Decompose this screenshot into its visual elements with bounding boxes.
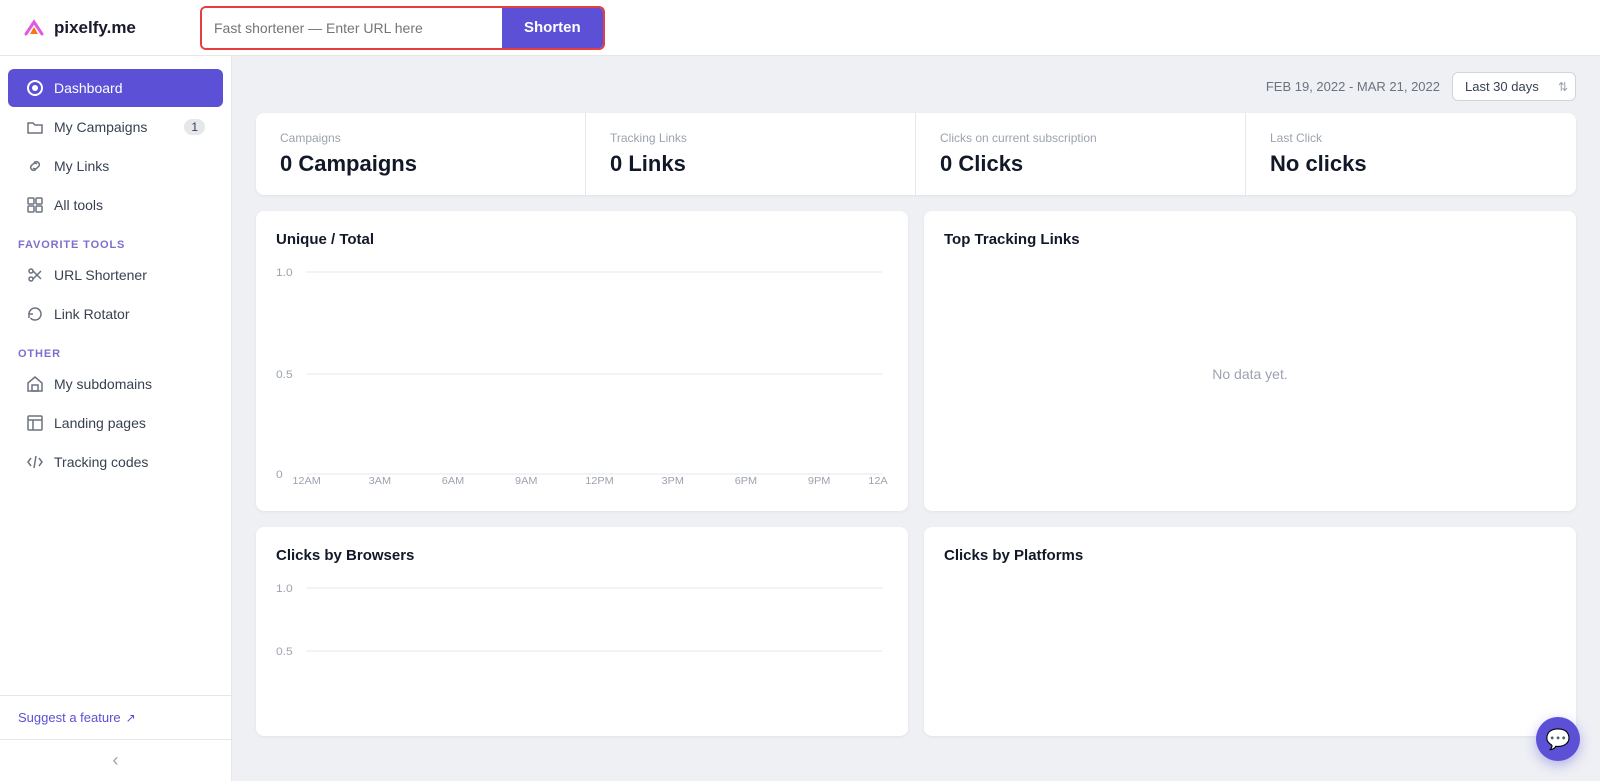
sidebar-item-url-shortener-label: URL Shortener (54, 267, 147, 283)
date-header: FEB 19, 2022 - MAR 21, 2022 Last 7 days … (232, 56, 1600, 113)
folder-icon (26, 118, 44, 136)
logo-icon (20, 14, 48, 42)
stats-row: Campaigns 0 Campaigns Tracking Links 0 L… (256, 113, 1576, 195)
date-select[interactable]: Last 7 days Last 30 days Last 90 days Cu… (1452, 72, 1576, 101)
sidebar-item-link-rotator[interactable]: Link Rotator (8, 295, 223, 333)
suggest-feature-link[interactable]: Suggest a feature ↗ (18, 710, 213, 725)
platforms-chart-area (944, 580, 1556, 720)
home-icon (26, 375, 44, 393)
stat-lastclick-label: Last Click (1270, 131, 1552, 145)
browsers-title: Clicks by Browsers (276, 547, 888, 564)
favorite-tools-label: FAVORITE TOOLS (0, 225, 231, 255)
platforms-title: Clicks by Platforms (944, 547, 1556, 564)
sidebar-item-tracking-codes-label: Tracking codes (54, 454, 148, 470)
top-tracking-chart: Top Tracking Links No data yet. (924, 211, 1576, 511)
main-content: FEB 19, 2022 - MAR 21, 2022 Last 7 days … (232, 56, 1600, 781)
url-input[interactable] (202, 8, 502, 48)
collapse-icon: ‹ (113, 750, 119, 771)
svg-text:3AM: 3AM (369, 476, 391, 484)
sidebar-item-links[interactable]: My Links (8, 147, 223, 185)
suggest-feature-text: Suggest a feature (18, 710, 121, 725)
sidebar-item-alltools[interactable]: All tools (8, 186, 223, 224)
chat-bubble[interactable]: 💬 (1536, 717, 1580, 761)
sidebar-item-dashboard-label: Dashboard (54, 80, 123, 96)
svg-text:0.5: 0.5 (276, 369, 293, 380)
sidebar-item-link-rotator-label: Link Rotator (54, 306, 129, 322)
date-select-wrapper: Last 7 days Last 30 days Last 90 days Cu… (1452, 72, 1576, 101)
unique-total-chart-area: 1.0 0.5 0 12AM 3AM 6AM 9AM 12PM 3PM 6PM (276, 264, 888, 484)
sidebar-item-subdomains[interactable]: My subdomains (8, 365, 223, 403)
stat-lastclick: Last Click No clicks (1246, 113, 1576, 195)
sidebar-item-links-label: My Links (54, 158, 109, 174)
sidebar-item-tracking-codes[interactable]: Tracking codes (8, 443, 223, 481)
layout-icon (26, 414, 44, 432)
stat-campaigns: Campaigns 0 Campaigns (256, 113, 586, 195)
browsers-chart: Clicks by Browsers 1.0 0.5 (256, 527, 908, 736)
other-label: OTHER (0, 334, 231, 364)
charts-bottom-row: Clicks by Browsers 1.0 0.5 Clicks by Pla… (232, 527, 1600, 752)
grid-icon (26, 196, 44, 214)
svg-text:1.0: 1.0 (276, 583, 293, 594)
layout: Dashboard My Campaigns 1 My Links Al (0, 56, 1600, 781)
date-range-text: FEB 19, 2022 - MAR 21, 2022 (1266, 79, 1440, 94)
stat-clicks-value: 0 Clicks (940, 151, 1221, 177)
sidebar: Dashboard My Campaigns 1 My Links Al (0, 56, 232, 781)
svg-text:0.5: 0.5 (276, 646, 293, 657)
svg-text:9PM: 9PM (808, 476, 830, 484)
unique-total-title: Unique / Total (276, 231, 888, 248)
top-tracking-title: Top Tracking Links (944, 231, 1556, 248)
sidebar-footer: Suggest a feature ↗ (0, 695, 231, 739)
scissors-icon (26, 266, 44, 284)
logo: pixelfy.me (20, 14, 190, 42)
stat-campaigns-value: 0 Campaigns (280, 151, 561, 177)
sidebar-item-alltools-label: All tools (54, 197, 103, 213)
sidebar-item-dashboard[interactable]: Dashboard (8, 69, 223, 107)
svg-text:6AM: 6AM (442, 476, 464, 484)
external-link-icon: ↗ (126, 711, 136, 725)
platforms-svg (944, 580, 1556, 720)
chat-icon: 💬 (1546, 727, 1571, 752)
svg-text:9AM: 9AM (515, 476, 537, 484)
shorten-button[interactable]: Shorten (502, 8, 603, 48)
campaigns-badge: 1 (184, 119, 205, 135)
refresh-icon (26, 305, 44, 323)
stat-lastclick-value: No clicks (1270, 151, 1552, 177)
sidebar-item-subdomains-label: My subdomains (54, 376, 152, 392)
svg-text:1.0: 1.0 (276, 267, 293, 278)
stat-clicks-label: Clicks on current subscription (940, 131, 1221, 145)
sidebar-collapse-button[interactable]: ‹ (0, 739, 231, 781)
sidebar-item-landing-pages[interactable]: Landing pages (8, 404, 223, 442)
sidebar-nav: Dashboard My Campaigns 1 My Links Al (0, 56, 231, 695)
sidebar-item-landing-pages-label: Landing pages (54, 415, 146, 431)
platforms-chart: Clicks by Platforms (924, 527, 1576, 736)
browsers-chart-area: 1.0 0.5 (276, 580, 888, 720)
stat-links-label: Tracking Links (610, 131, 891, 145)
svg-text:3PM: 3PM (661, 476, 683, 484)
svg-text:12AM: 12AM (868, 476, 888, 484)
unique-total-svg: 1.0 0.5 0 12AM 3AM 6AM 9AM 12PM 3PM 6PM (276, 264, 888, 484)
stat-links: Tracking Links 0 Links (586, 113, 916, 195)
svg-text:0: 0 (276, 469, 283, 480)
dashboard-icon (26, 79, 44, 97)
stat-links-value: 0 Links (610, 151, 891, 177)
code-icon (26, 453, 44, 471)
sidebar-item-campaigns-label: My Campaigns (54, 119, 147, 135)
svg-text:12AM: 12AM (292, 476, 321, 484)
sidebar-item-url-shortener[interactable]: URL Shortener (8, 256, 223, 294)
charts-top-row: Unique / Total 1.0 0.5 0 12AM 3AM 6AM (232, 211, 1600, 527)
stat-campaigns-label: Campaigns (280, 131, 561, 145)
sidebar-item-campaigns[interactable]: My Campaigns 1 (8, 108, 223, 146)
link-icon (26, 157, 44, 175)
top-tracking-no-data: No data yet. (944, 264, 1556, 484)
topbar: pixelfy.me Shorten (0, 0, 1600, 56)
url-shortener-box: Shorten (200, 6, 605, 50)
browsers-svg: 1.0 0.5 (276, 580, 888, 720)
stat-clicks: Clicks on current subscription 0 Clicks (916, 113, 1246, 195)
svg-text:12PM: 12PM (585, 476, 614, 484)
svg-text:6PM: 6PM (735, 476, 757, 484)
unique-total-chart: Unique / Total 1.0 0.5 0 12AM 3AM 6AM (256, 211, 908, 511)
logo-text: pixelfy.me (54, 18, 136, 38)
